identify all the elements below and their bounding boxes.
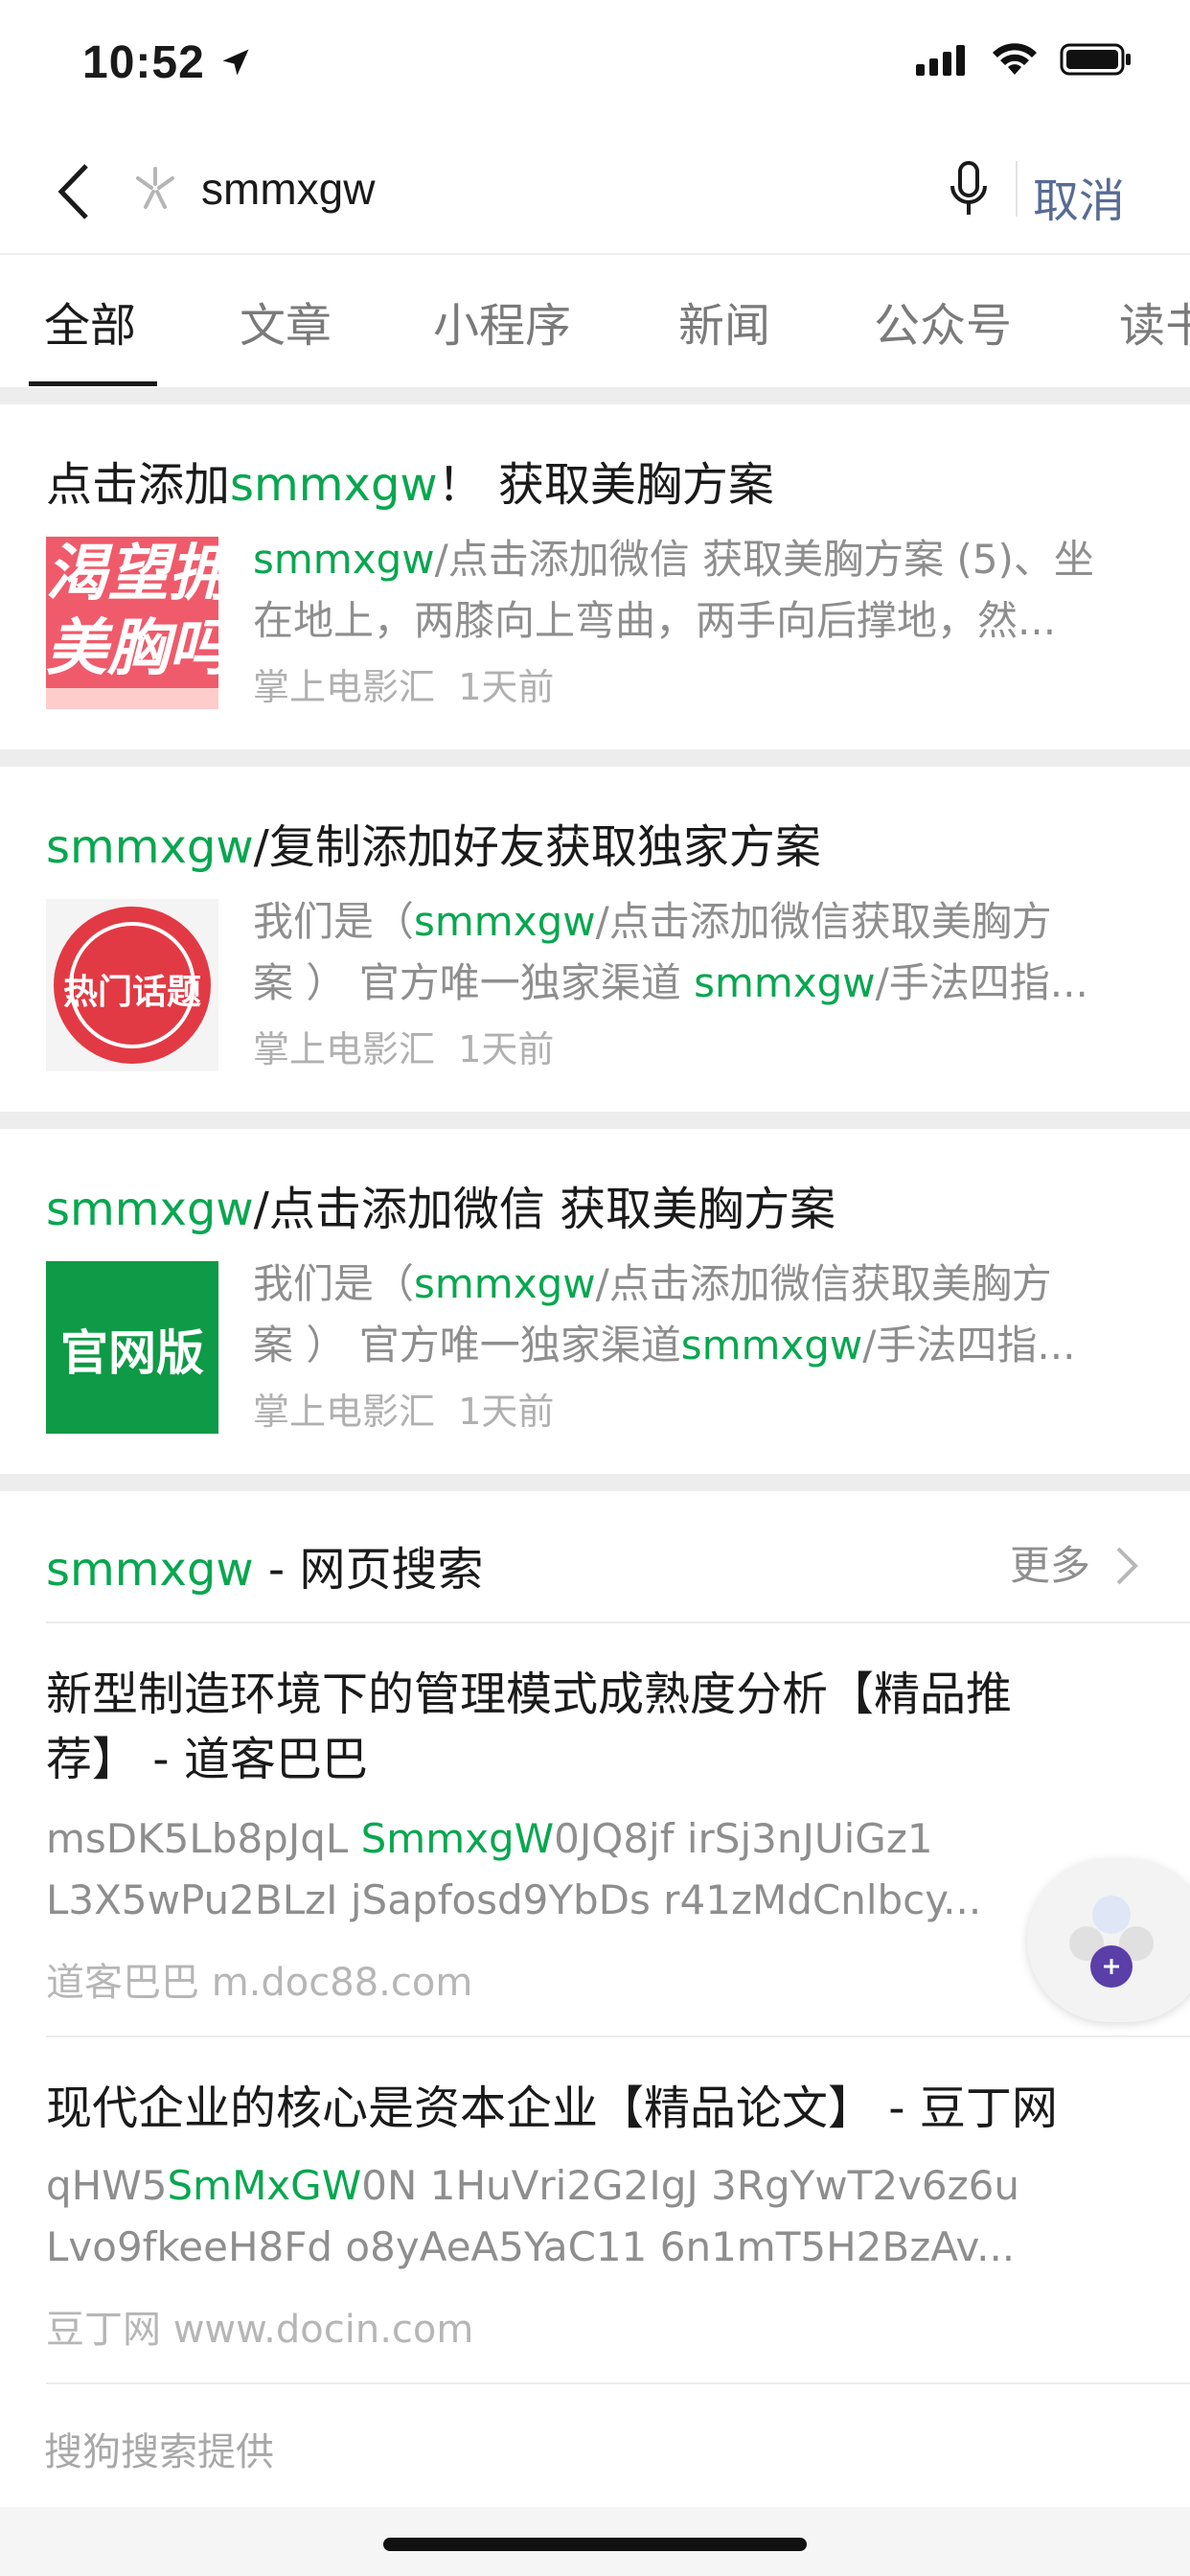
battery-icon <box>1060 43 1131 76</box>
divider <box>1016 161 1018 217</box>
cancel-button[interactable]: 取消 <box>1033 163 1125 230</box>
web-search-header: smmxgw - 网页搜索 <box>46 1543 484 1597</box>
section-separator <box>0 1112 1190 1129</box>
tab-mini-programs[interactable]: 小程序 <box>433 288 571 355</box>
web-result-snippet: Lvo9fkeeH8Fd o8yAeA5YaC11 6n1mT5H2BzAv..… <box>46 2223 1016 2270</box>
home-indicator <box>383 2538 807 2551</box>
status-icons <box>916 42 1133 77</box>
section-separator <box>0 749 1190 767</box>
floating-links-icon <box>1069 1896 1154 1988</box>
wechat-search-logo-icon <box>128 161 182 215</box>
result-meta: 掌上电影汇 1天前 <box>253 1028 555 1070</box>
section-separator <box>0 387 1190 404</box>
result-snippet: smmxgw/点击添加微信 获取美胸方案 (5)、坐 在地上，两膝向上弯曲，两手… <box>253 536 1094 644</box>
web-result-source: 豆丁网 www.docin.com <box>46 2308 474 2352</box>
web-result-title: 现代企业的核心是资本企业【精品论文】 - 豆丁网 <box>46 2082 1058 2135</box>
tab-articles[interactable]: 文章 <box>240 288 332 355</box>
result-meta: 掌上电影汇 1天前 <box>253 1391 555 1433</box>
chevron-right-icon <box>1116 1547 1139 1585</box>
search-provider-label: 搜狗搜索提供 <box>44 2430 274 2474</box>
tab-news[interactable]: 新闻 <box>678 288 770 355</box>
location-arrow-icon <box>222 49 249 76</box>
more-button[interactable]: 更多 <box>1010 1533 1141 1592</box>
signal-icon <box>916 45 965 76</box>
divider <box>0 253 1190 255</box>
chevron-left-icon <box>57 164 88 219</box>
microphone-icon[interactable] <box>947 159 991 218</box>
result-snippet: 我们是（smmxgw/点击添加微信获取美胸方 案 ） 官方唯一独家渠道smmxg… <box>253 1260 1076 1368</box>
divider <box>46 2382 1190 2384</box>
tab-official-accounts[interactable]: 公众号 <box>874 288 1012 355</box>
active-tab-indicator <box>29 381 157 386</box>
result-title: 点击添加smmxgw！ 获取美胸方案 <box>46 458 774 512</box>
tab-all[interactable]: 全部 <box>44 288 136 355</box>
result-snippet: 我们是（smmxgw/点击添加微信获取美胸方 案 ） 官方唯一独家渠道 smmx… <box>253 898 1088 1006</box>
web-result-snippet: qHW5SmMxGW0N 1HuVri2G2IgJ 3RgYwT2v6z6u <box>46 2162 1020 2209</box>
result-thumbnail: 热门话题 <box>46 899 218 1071</box>
back-button[interactable] <box>48 158 100 225</box>
result-title: smmxgw/点击添加微信 获取美胸方案 <box>46 1183 836 1236</box>
web-result-snippet: msDK5Lb8pJqL SmmxgW0JQ8jf irSj3nJUiGz1 <box>46 1815 933 1862</box>
result-thumbnail: 官网版 <box>46 1261 218 1434</box>
web-result-snippet: L3X5wPu2BLzI jSapfosd9YbDs r41zMdCnlbcy.… <box>46 1876 982 1923</box>
status-time: 10:52 <box>82 36 253 89</box>
section-separator <box>0 1474 1190 1491</box>
floating-widget[interactable] <box>1027 1859 1190 2022</box>
result-thumbnail: 渴望拥 美胸吗 <box>46 537 218 709</box>
search-input[interactable]: smmxgw <box>201 163 375 215</box>
web-result-source: 道客巴巴 m.doc88.com <box>46 1961 473 2005</box>
result-title: smmxgw/复制添加好友获取独家方案 <box>46 820 821 874</box>
divider <box>46 1622 1190 1623</box>
web-result-title: 新型制造环境下的管理模式成熟度分析【精品推 荐】 - 道客巴巴 <box>46 1668 1013 1786</box>
result-meta: 掌上电影汇 1天前 <box>253 666 555 708</box>
wifi-icon <box>993 43 1037 75</box>
tab-books[interactable]: 读书 <box>1119 288 1190 355</box>
divider <box>46 2036 1190 2037</box>
